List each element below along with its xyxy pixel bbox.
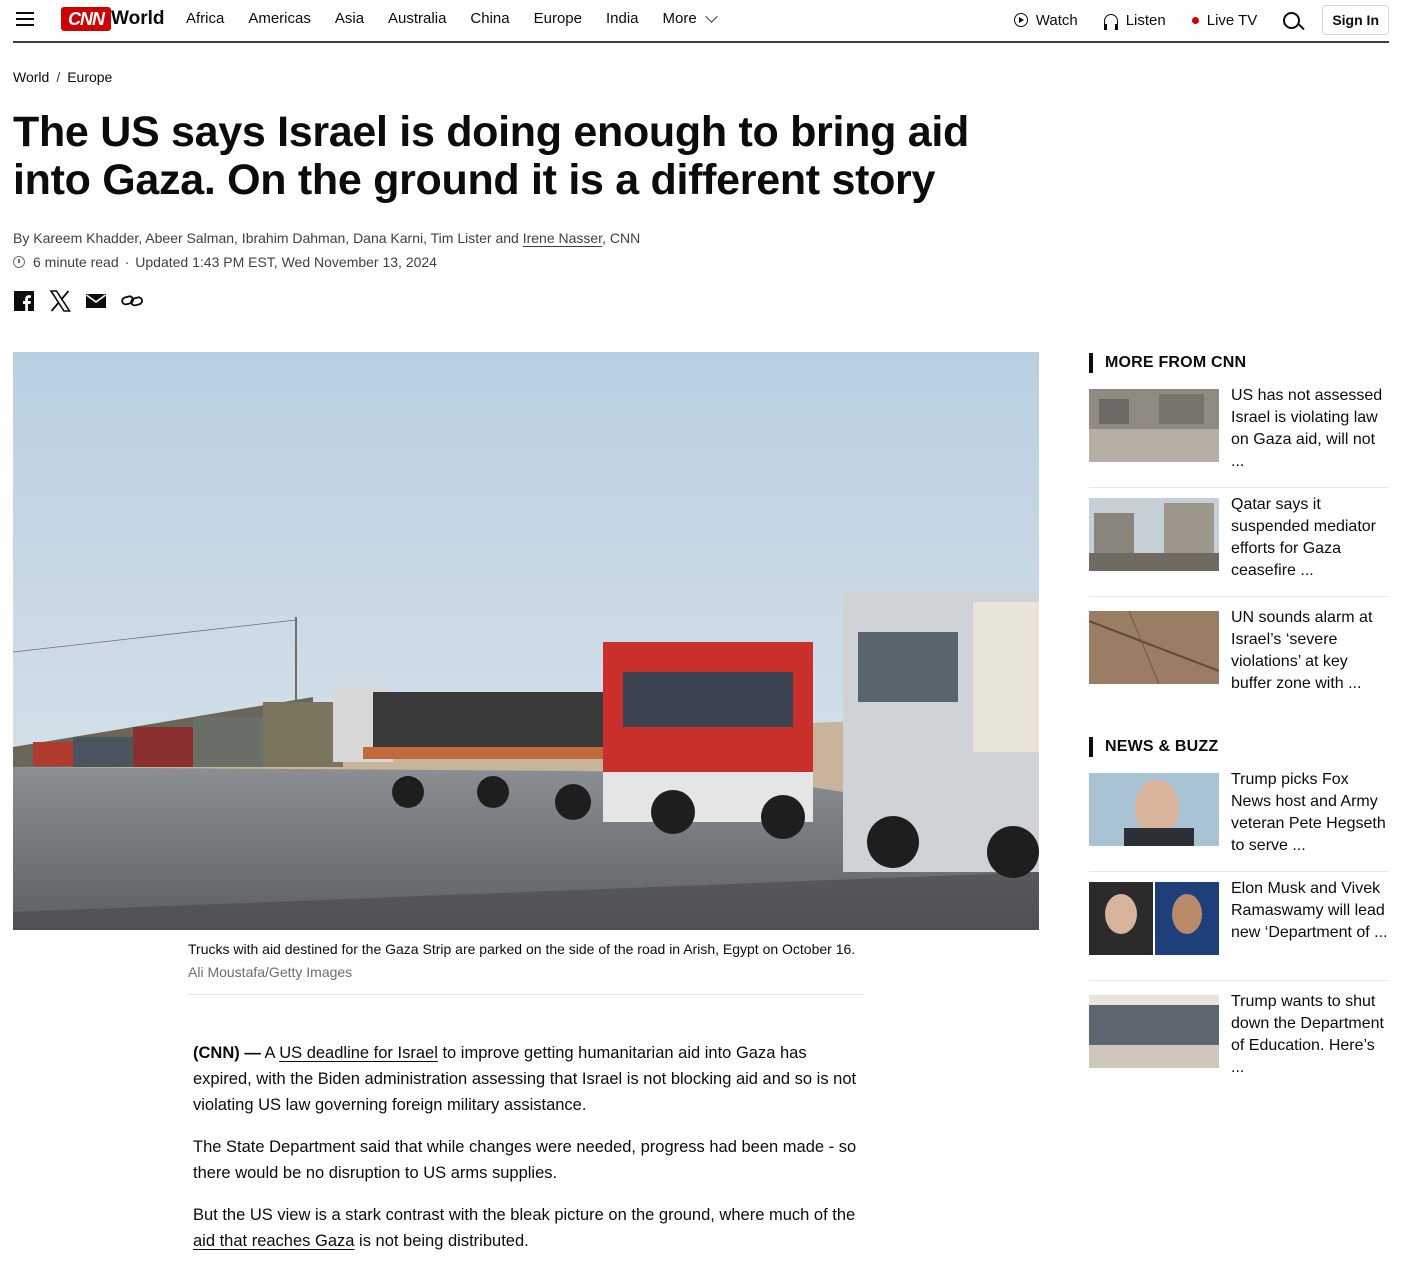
listen-label: Listen <box>1125 11 1166 29</box>
share-bar <box>13 290 143 312</box>
nav-item-africa[interactable]: Africa <box>186 10 224 27</box>
photo-credit: Ali Moustafa/Getty Images <box>188 964 353 980</box>
breadcrumb-europe[interactable]: Europe <box>67 69 112 85</box>
nav-item-china[interactable]: China <box>470 10 509 27</box>
nav-item-asia[interactable]: Asia <box>335 10 364 27</box>
copy-link-icon[interactable] <box>121 290 143 312</box>
live-tv-label: Live TV <box>1206 11 1258 29</box>
news-and-buzz-heading: NEWS & BUZZ <box>1089 737 1218 757</box>
sidebar-card[interactable]: Qatar says it suspended mediator efforts… <box>1089 496 1389 597</box>
live-dot-icon <box>1191 16 1199 24</box>
caption-text: Trucks with aid destined for the Gaza St… <box>188 941 856 957</box>
section-nav: Africa Americas Asia Australia China Eur… <box>186 10 740 27</box>
watch-button[interactable]: Watch <box>1013 11 1078 29</box>
facebook-icon[interactable] <box>13 290 35 312</box>
more-from-cnn-heading: MORE FROM CNN <box>1089 353 1246 373</box>
card-thumbnail <box>1089 995 1219 1068</box>
nav-item-australia[interactable]: Australia <box>388 10 446 27</box>
watch-label: Watch <box>1035 11 1078 29</box>
sidebar-card[interactable]: UN sounds alarm at Israel’s ‘severe viol… <box>1089 609 1389 709</box>
headphones-icon <box>1103 13 1118 30</box>
header-actions: Watch Listen Live TV Sign In <box>1013 5 1389 35</box>
paragraph-1: (CNN) — A US deadline for Israel to impr… <box>193 1044 857 1114</box>
sign-in-button[interactable]: Sign In <box>1322 5 1389 35</box>
nav-more-label: More <box>662 10 697 27</box>
card-thumbnail <box>1089 882 1219 955</box>
play-icon <box>1013 13 1028 27</box>
article-body: (CNN) — A US deadline for Israel to impr… <box>193 1040 869 1270</box>
aid-trucks-photo <box>13 352 1039 930</box>
chevron-down-icon <box>704 10 718 23</box>
author-link[interactable]: Irene Nasser <box>523 230 602 246</box>
nav-item-europe[interactable]: Europe <box>534 10 582 27</box>
sidebar-card[interactable]: Elon Musk and Vivek Ramaswamy will lead … <box>1089 880 1389 981</box>
breadcrumb: World / Europe <box>13 69 113 85</box>
nav-item-india[interactable]: India <box>606 10 639 27</box>
breadcrumb-world[interactable]: World <box>13 69 49 85</box>
card-title: Trump picks Fox News host and Army veter… <box>1231 771 1386 854</box>
dateline: (CNN) — <box>193 1044 261 1062</box>
paragraph-2: The State Department said that while cha… <box>193 1138 857 1182</box>
sidebar-card[interactable]: Trump wants to shut down the Department … <box>1089 993 1389 1093</box>
card-title: Qatar says it suspended mediator efforts… <box>1231 496 1376 579</box>
listen-button[interactable]: Listen <box>1103 11 1166 30</box>
link-us-deadline[interactable]: US deadline for Israel <box>279 1044 438 1062</box>
article-headline: The US says Israel is doing enough to br… <box>13 108 969 204</box>
site-header: CNN World Africa Americas Asia Australia… <box>13 0 1389 43</box>
read-time: 6 minute read <box>33 254 119 270</box>
section-title[interactable]: World <box>111 8 164 30</box>
search-icon[interactable] <box>1283 11 1301 29</box>
nav-item-americas[interactable]: Americas <box>248 10 311 27</box>
x-icon[interactable] <box>49 290 71 312</box>
card-thumbnail <box>1089 389 1219 462</box>
card-thumbnail <box>1089 773 1219 846</box>
sidebar-card[interactable]: Trump picks Fox News host and Army veter… <box>1089 771 1389 872</box>
hero-caption: Trucks with aid destined for the Gaza St… <box>188 938 864 995</box>
cnn-logo[interactable]: CNN <box>61 7 111 31</box>
byline: By Kareem Khadder, Abeer Salman, Ibrahim… <box>13 230 641 246</box>
timestamp: 6 minute read · Updated 1:43 PM EST, Wed… <box>13 254 437 270</box>
clock-icon <box>13 256 25 268</box>
nav-more-button[interactable]: More <box>662 10 718 27</box>
card-title: Trump wants to shut down the Department … <box>1231 993 1384 1076</box>
card-thumbnail <box>1089 611 1219 684</box>
link-aid-reaches-gaza[interactable]: aid that reaches Gaza <box>193 1232 354 1250</box>
card-thumbnail <box>1089 498 1219 571</box>
card-title: Elon Musk and Vivek Ramaswamy will lead … <box>1231 880 1388 941</box>
updated-time: Updated 1:43 PM EST, Wed November 13, 20… <box>135 254 437 270</box>
paragraph-3: But the US view is a stark contrast with… <box>193 1206 856 1250</box>
card-title: UN sounds alarm at Israel’s ‘severe viol… <box>1231 609 1373 692</box>
card-title: US has not assessed Israel is violating … <box>1231 387 1383 470</box>
live-tv-button[interactable]: Live TV <box>1191 11 1258 29</box>
sidebar-card[interactable]: US has not assessed Israel is violating … <box>1089 387 1389 488</box>
hero-image[interactable] <box>13 352 1039 930</box>
menu-icon[interactable] <box>16 11 34 27</box>
email-icon[interactable] <box>85 290 107 312</box>
